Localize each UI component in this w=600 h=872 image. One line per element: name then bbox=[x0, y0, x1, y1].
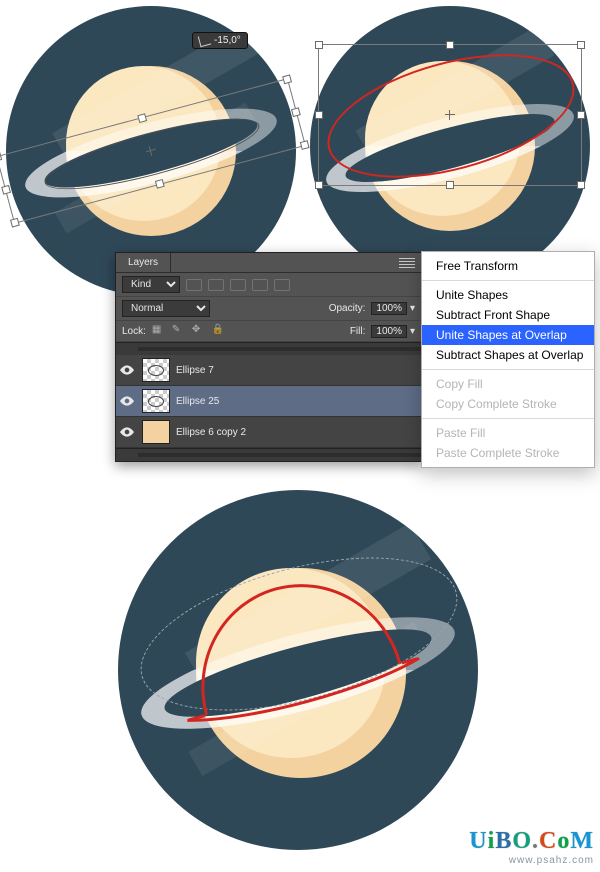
saturn-stage-2 bbox=[310, 6, 590, 286]
handle-tl[interactable] bbox=[315, 41, 323, 49]
layer-list-bottom-scroll[interactable] bbox=[116, 448, 421, 461]
layer-item[interactable]: Ellipse 7 bbox=[116, 355, 421, 386]
blend-mode-select[interactable]: Normal bbox=[122, 300, 210, 317]
saturn-stage-3 bbox=[118, 490, 478, 850]
watermark: UiBO.CoM www.psahz.com bbox=[469, 828, 594, 866]
angle-icon bbox=[198, 34, 211, 47]
fill-label: Fill: bbox=[350, 326, 366, 337]
transform-bounding-box[interactable] bbox=[318, 44, 582, 186]
handle-tc[interactable] bbox=[446, 41, 454, 49]
handle-br[interactable] bbox=[300, 140, 310, 150]
handle-bc[interactable] bbox=[446, 181, 454, 189]
handle-bl[interactable] bbox=[315, 181, 323, 189]
panel-menu-icon[interactable] bbox=[399, 255, 415, 271]
handle-tr[interactable] bbox=[282, 74, 292, 84]
tab-layers[interactable]: Layers bbox=[116, 253, 171, 272]
opacity-label: Opacity: bbox=[329, 303, 366, 314]
menu-copy-complete-stroke: Copy Complete Stroke bbox=[422, 394, 594, 414]
layer-name[interactable]: Ellipse 7 bbox=[174, 365, 421, 376]
handle-tl[interactable] bbox=[0, 152, 2, 162]
menu-separator bbox=[422, 369, 594, 370]
handle-ml[interactable] bbox=[1, 185, 11, 195]
handle-ml[interactable] bbox=[315, 111, 323, 119]
layer-item[interactable]: Ellipse 25 bbox=[116, 386, 421, 417]
menu-separator bbox=[422, 280, 594, 281]
blend-opacity-row: Normal Opacity: 100% ▾ bbox=[116, 297, 421, 321]
opacity-value[interactable]: 100% bbox=[371, 302, 407, 315]
visibility-eye-icon[interactable] bbox=[116, 396, 138, 406]
menu-subtract-shapes-at-overlap[interactable]: Subtract Shapes at Overlap bbox=[422, 345, 594, 365]
menu-unite-shapes-at-overlap[interactable]: Unite Shapes at Overlap bbox=[422, 325, 594, 345]
panel-tabs: Layers bbox=[116, 253, 421, 273]
watermark-sub: www.psahz.com bbox=[469, 855, 594, 866]
filter-smart-icon[interactable] bbox=[274, 279, 290, 291]
layer-thumb[interactable] bbox=[142, 420, 170, 444]
layer-thumb[interactable] bbox=[142, 358, 170, 382]
fill-control[interactable]: 100% ▾ bbox=[371, 325, 415, 338]
layer-list: Ellipse 7 Ellipse 25 Ellipse 6 copy 2 bbox=[116, 342, 421, 461]
watermark-logo: UiBO.CoM bbox=[469, 828, 594, 855]
kind-filter-select[interactable]: Kind bbox=[122, 276, 180, 293]
opacity-control[interactable]: 100% ▾ bbox=[371, 302, 415, 315]
result-red-path[interactable] bbox=[118, 490, 478, 850]
menu-free-transform[interactable]: Free Transform bbox=[422, 256, 594, 276]
handle-tc[interactable] bbox=[137, 113, 147, 123]
layer-name[interactable]: Ellipse 6 copy 2 bbox=[174, 427, 421, 438]
rotation-angle-value: -15,0° bbox=[214, 35, 241, 46]
layer-filter-row: Kind bbox=[116, 273, 421, 297]
lock-label: Lock: bbox=[122, 326, 146, 337]
lock-position-icon[interactable]: ✥ bbox=[192, 324, 206, 338]
tutorial-image: -15,0° bbox=[0, 0, 600, 872]
filter-pixel-icon[interactable] bbox=[186, 279, 202, 291]
lock-pixels-icon[interactable]: ✎ bbox=[172, 324, 186, 338]
layer-item[interactable]: Ellipse 6 copy 2 bbox=[116, 417, 421, 448]
visibility-eye-icon[interactable] bbox=[116, 427, 138, 437]
layer-list-top-scroll[interactable] bbox=[116, 342, 421, 355]
menu-subtract-front-shape[interactable]: Subtract Front Shape bbox=[422, 305, 594, 325]
handle-br[interactable] bbox=[577, 181, 585, 189]
chevron-down-icon[interactable]: ▾ bbox=[410, 303, 415, 314]
handle-mr[interactable] bbox=[291, 107, 301, 117]
layer-thumb[interactable] bbox=[142, 389, 170, 413]
transform-center-icon[interactable] bbox=[445, 110, 455, 120]
layer-name[interactable]: Ellipse 25 bbox=[174, 396, 421, 407]
lock-transparent-icon[interactable]: ▦ bbox=[152, 324, 166, 338]
fill-value[interactable]: 100% bbox=[371, 325, 407, 338]
menu-paste-fill: Paste Fill bbox=[422, 423, 594, 443]
lock-fill-row: Lock: ▦ ✎ ✥ 🔒 Fill: 100% ▾ bbox=[116, 321, 421, 342]
menu-unite-shapes[interactable]: Unite Shapes bbox=[422, 285, 594, 305]
handle-mr[interactable] bbox=[577, 111, 585, 119]
visibility-eye-icon[interactable] bbox=[116, 365, 138, 375]
rotation-angle-tooltip: -15,0° bbox=[192, 32, 248, 49]
lock-all-icon[interactable]: 🔒 bbox=[212, 324, 226, 338]
handle-tr[interactable] bbox=[577, 41, 585, 49]
menu-paste-complete-stroke: Paste Complete Stroke bbox=[422, 443, 594, 463]
transform-center-icon[interactable] bbox=[145, 145, 157, 157]
filter-shape-icon[interactable] bbox=[252, 279, 268, 291]
filter-adjust-icon[interactable] bbox=[208, 279, 224, 291]
menu-copy-fill: Copy Fill bbox=[422, 374, 594, 394]
layers-panel[interactable]: Layers Kind Normal Opacity: 100% ▾ bbox=[115, 252, 422, 462]
path-context-menu[interactable]: Free Transform Unite Shapes Subtract Fro… bbox=[421, 251, 595, 468]
filter-type-icon[interactable] bbox=[230, 279, 246, 291]
menu-separator bbox=[422, 418, 594, 419]
chevron-down-icon[interactable]: ▾ bbox=[410, 326, 415, 337]
